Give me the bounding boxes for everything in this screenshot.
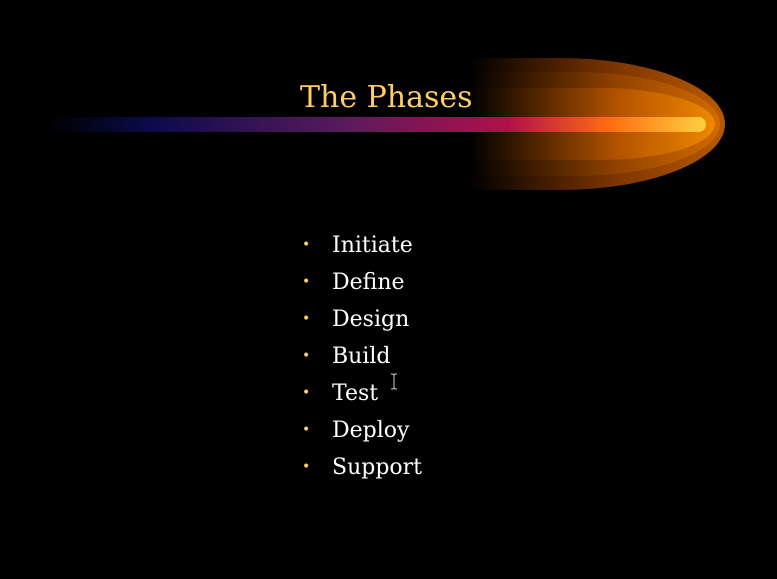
bullet-text: Test bbox=[332, 381, 379, 406]
bullet-text: Deploy bbox=[332, 418, 410, 443]
bullet-glyph: • bbox=[302, 311, 311, 327]
list-item: • Build bbox=[302, 338, 422, 375]
bullet-glyph: • bbox=[302, 237, 311, 253]
list-item: • Support bbox=[302, 449, 422, 486]
bullet-glyph: • bbox=[302, 348, 311, 364]
list-item: • Define bbox=[302, 264, 422, 301]
bullet-glyph: • bbox=[302, 422, 311, 438]
comet-streak bbox=[48, 117, 706, 132]
list-item: • Test bbox=[302, 375, 422, 412]
bullet-glyph: • bbox=[302, 459, 311, 475]
bullet-list: • Initiate • Define • Design • Build • Test •… bbox=[302, 227, 422, 486]
list-item: • Initiate bbox=[302, 227, 422, 264]
slide: The Phases • Initiate • Define • Design • Bu… bbox=[0, 0, 777, 579]
bullet-text: Define bbox=[332, 270, 405, 295]
slide-title: The Phases bbox=[300, 80, 473, 115]
bullet-glyph: • bbox=[302, 385, 311, 401]
bullet-text: Design bbox=[332, 307, 410, 332]
list-item: • Design bbox=[302, 301, 422, 338]
bullet-text: Initiate bbox=[332, 233, 413, 258]
text-cursor-icon bbox=[391, 373, 397, 390]
bullet-text: Build bbox=[332, 344, 391, 369]
bullet-text: Support bbox=[332, 455, 423, 480]
list-item: • Deploy bbox=[302, 412, 422, 449]
bullet-glyph: • bbox=[302, 274, 311, 290]
